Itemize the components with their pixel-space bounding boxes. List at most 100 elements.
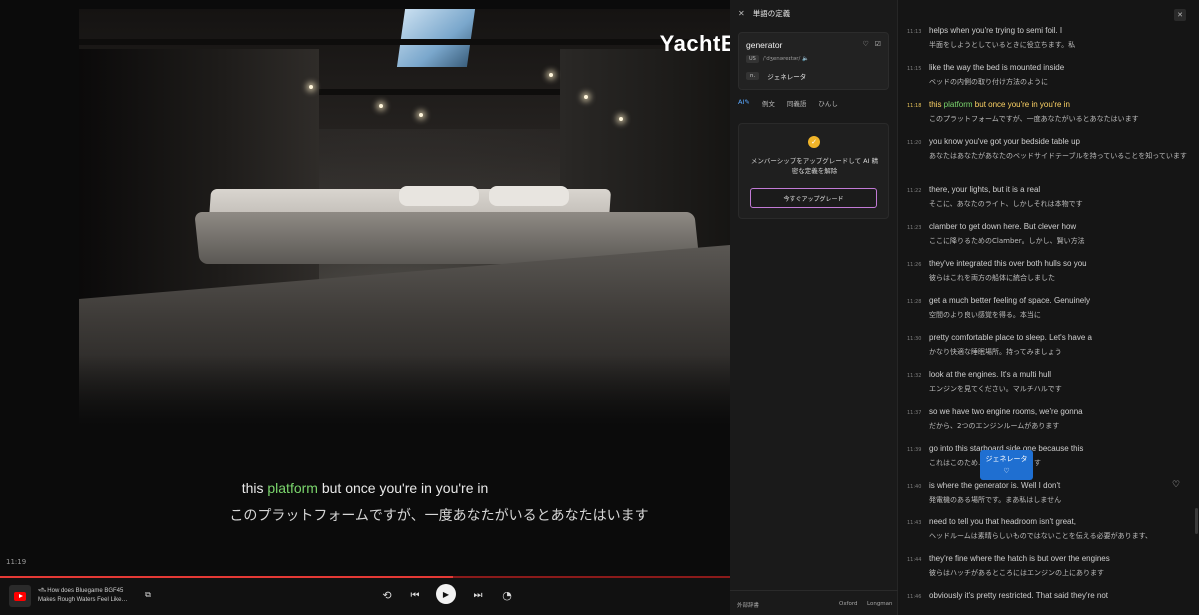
tooltip-text: ジェネレータ (985, 455, 1028, 463)
subtitle-english: this platform but once you're in you're … (0, 480, 730, 496)
row-english: look at the engines. It's a multi hull (929, 370, 1052, 379)
row-timestamp: 11:18 (907, 103, 922, 109)
definition-footer: 外部辞書 Oxford Longman (730, 590, 898, 615)
upgrade-button[interactable]: 今すぐアップグレード (750, 188, 877, 208)
scene-shadow (79, 355, 730, 425)
player-controls: 🛥 How does Bluegame BGF45 Makes Rough Wa… (0, 578, 730, 615)
word-tooltip[interactable]: ジェネレータ ♡ (980, 450, 1033, 480)
close-icon[interactable]: ✕ (1174, 9, 1186, 21)
row-japanese: 発電機のある場所です。まあ私はしません (929, 496, 1062, 504)
row-english: is where the generator is. Well I don't (929, 481, 1061, 490)
part-of-speech: n. (746, 72, 760, 80)
definition-panel: ✕ 単語の定義 generator ♡ ☑ US /ˈdʒenəreɪtər/ … (730, 0, 898, 615)
row-timestamp: 11:15 (907, 66, 922, 72)
row-text: this (929, 100, 944, 109)
word-actions: ♡ ☑ (862, 40, 881, 48)
row-japanese: ここに降りるためのClamber。しかし、賢い方法 (929, 237, 1085, 245)
row-english: so we have two engine rooms, we're gonna (929, 407, 1083, 416)
play-button[interactable]: ▶ (436, 584, 456, 604)
check-badge-icon: ✓ (808, 136, 820, 148)
next-icon[interactable]: ⏭ (471, 588, 485, 602)
bookmark-icon[interactable]: ☑ (875, 40, 881, 48)
row-english: this platform but once you're in you're … (929, 100, 1070, 109)
row-english: they've integrated this over both hulls … (929, 259, 1087, 268)
row-timestamp: 11:23 (907, 225, 922, 231)
row-english: clamber to get down here. But clever how (929, 222, 1077, 231)
row-timestamp: 11:22 (907, 188, 922, 194)
definition-tabs: AI✎ 例文 同義語 ひんし (738, 98, 838, 108)
row-timestamp: 11:40 (907, 484, 922, 490)
scene-lamp (584, 95, 588, 99)
row-timestamp: 11:30 (907, 336, 922, 342)
definition-title: 単語の定義 (752, 9, 791, 18)
video-frame[interactable]: YachtE (79, 9, 730, 425)
minimize-icon[interactable]: ⧉ (142, 589, 154, 601)
row-timestamp: 11:39 (907, 447, 922, 453)
youtube-icon[interactable] (9, 585, 31, 607)
definition-header: ✕ 単語の定義 (738, 8, 790, 19)
row-timestamp: 11:20 (907, 140, 922, 146)
subtitle-highlight-word[interactable]: platform (267, 480, 318, 496)
now-playing-title[interactable]: 🛥 How does Bluegame BGF45 Makes Rough Wa… (38, 587, 138, 605)
row-english: they're fine where the hatch is but over… (929, 554, 1110, 563)
heart-icon[interactable]: ♡ (862, 40, 868, 48)
scene-pillow (489, 186, 569, 206)
row-english: need to tell you that headroom isn't gre… (929, 517, 1076, 526)
row-japanese: そこに、あなたのライト、しかしそれは本物です (929, 200, 1083, 208)
row-highlight-word[interactable]: platform (944, 100, 973, 109)
speed-icon[interactable]: ◔ (500, 588, 514, 602)
meaning-row: n. ジェネレータ (746, 71, 806, 81)
repeat-icon[interactable]: ⟲ (380, 588, 394, 602)
video-player: YachtE this platform but once you're in … (0, 0, 730, 615)
oxford-link[interactable]: Oxford (839, 601, 858, 607)
scene-skylight (396, 9, 476, 67)
row-japanese: 彼らはハッチがあるところにはエンジンの上にあります (929, 569, 1104, 577)
row-japanese: ヘッドルームは素晴らしいものではないことを伝える必要があります、 (929, 532, 1153, 540)
tab-pos[interactable]: ひんし (818, 98, 838, 108)
current-time: 11:19 (6, 558, 27, 566)
row-english: like the way the bed is mounted inside (929, 63, 1065, 72)
row-timestamp: 11:28 (907, 299, 922, 305)
scene-lamp (379, 104, 383, 108)
word-text: generator (746, 40, 783, 50)
row-japanese: だから、2つのエンジンルームがあります (929, 422, 1060, 430)
transcript-panel: ✕ 11:13 helps when you're trying to semi… (898, 0, 1199, 615)
scene-lamp (549, 73, 553, 77)
scrollbar-thumb[interactable] (1195, 508, 1198, 534)
scene-lamp (309, 85, 313, 89)
row-japanese: 半面をしようとしているときに役立ちます。私 (929, 41, 1076, 49)
tab-synonyms[interactable]: 同義語 (787, 98, 807, 108)
subtitle-text: but once you're in you're in (317, 480, 489, 496)
row-english: obviously it's pretty restricted. That s… (929, 591, 1108, 600)
pronunciation-row: US /ˈdʒenəreɪtər/ 🔈 (746, 55, 809, 63)
row-japanese: エンジンを見てください。マルチハルです (929, 385, 1062, 393)
scene-pillow (399, 186, 479, 206)
row-japanese: 空間のより良い感覚を得る。本当に (929, 311, 1041, 319)
row-english: helps when you're trying to semi foil. I (929, 26, 1063, 35)
heart-icon[interactable]: ♡ (1172, 480, 1180, 490)
external-dictionary-label: 外部辞書 (737, 603, 760, 609)
upgrade-box: ✓ メンバーシップをアップグレードして AI 精密な定義を解除 今すぐアップグレ… (738, 123, 889, 219)
close-icon[interactable]: ✕ (738, 9, 745, 18)
row-timestamp: 11:46 (907, 594, 922, 600)
channel-watermark: YachtE (659, 31, 730, 56)
tab-ai[interactable]: AI✎ (738, 98, 750, 108)
row-japanese: これはこのため…右舷側に入ります (929, 458, 1187, 469)
row-english: you know you've got your bedside table u… (929, 137, 1080, 146)
row-japanese: このプラットフォームですが、一度あなたがいるとあなたはいます (929, 115, 1139, 123)
row-timestamp: 11:37 (907, 410, 922, 416)
row-english: pretty comfortable place to sleep. Let's… (929, 333, 1092, 342)
longman-link[interactable]: Longman (867, 601, 893, 607)
meaning-text: ジェネレータ (767, 73, 807, 81)
row-timestamp: 11:44 (907, 557, 922, 563)
tab-examples[interactable]: 例文 (762, 98, 775, 108)
row-japanese: あなたはあなたがあなたのベッドサイドテーブルを持っていることを知っています (929, 152, 1187, 160)
row-english: get a much better feeling of space. Genu… (929, 296, 1090, 305)
pronunciation-text[interactable]: /ˈdʒenəreɪtər/ 🔈 (763, 56, 809, 62)
heart-icon[interactable]: ♡ (980, 467, 1033, 475)
row-timestamp: 11:26 (907, 262, 922, 268)
previous-icon[interactable]: ⏮ (408, 588, 422, 602)
row-timestamp: 11:32 (907, 373, 922, 379)
scene-beam (79, 39, 730, 45)
row-timestamp: 11:13 (907, 29, 922, 35)
